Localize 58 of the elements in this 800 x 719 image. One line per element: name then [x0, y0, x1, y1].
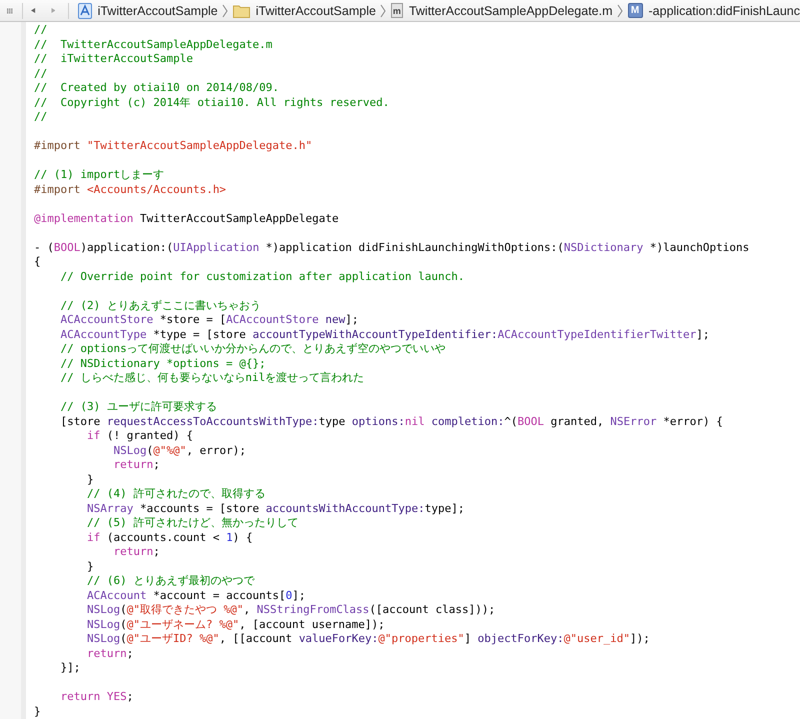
file-icon: m: [390, 3, 403, 18]
code-line: //: [34, 23, 48, 38]
code-line: // NSDictionary *options = @{};: [59, 356, 267, 371]
code-line: ACAccount *account = accounts[0];: [86, 588, 307, 603]
code-line: ACAccountStore *store = [ACAccountStore new];: [59, 313, 360, 328]
code-line: return YES;: [59, 690, 134, 704]
breadcrumb-label: iTwitterAccoutSample: [98, 4, 218, 18]
code-line: // (2) とりあえずここに書いちゃおう: [59, 298, 262, 313]
code-line: // しらべた感じ、何も要らないならnilを渡せって言われた: [59, 371, 366, 386]
code-line: //: [34, 66, 48, 81]
code-line: // Copyright (c) 2014年 otiai10. All rights reserved.: [34, 96, 390, 110]
chevron-icon: [222, 4, 228, 18]
code-line: }: [86, 472, 95, 487]
breadcrumb-item[interactable]: m TwitterAccoutSampleAppDelegate.m: [390, 3, 613, 18]
code-line: // Override point for customization after application launch.: [59, 270, 466, 284]
code-line: }: [86, 560, 95, 574]
code-line: }];: [59, 661, 82, 676]
code-line: NSLog(@"ユーザID? %@", [[account valueForKey:@"properties"] objectForKey:@"user_id"]);: [86, 632, 651, 646]
breadcrumb-item[interactable]: M -application:didFinishLaunc: [628, 3, 800, 18]
code-line: @implementation TwitterAccoutSampleAppDelegate: [34, 212, 340, 226]
back-icon[interactable]: [30, 5, 36, 16]
code-line: if (! granted) {: [86, 429, 194, 444]
code-line: // Created by otiai10 on 2014/08/09.: [34, 81, 280, 96]
breadcrumb-label: TwitterAccoutSampleAppDelegate.m: [408, 4, 613, 18]
chevron-icon: [380, 4, 386, 18]
grid-icon[interactable]: [7, 6, 12, 16]
code-line: #import "TwitterAccoutSampleAppDelegate.h": [34, 139, 314, 154]
code-line: }: [34, 704, 42, 719]
code-line: {: [34, 255, 42, 270]
code-line: //: [34, 110, 48, 124]
breadcrumb-label: iTwitterAccoutSample: [256, 4, 376, 18]
breadcrumb-item[interactable]: iTwitterAccoutSample: [78, 2, 218, 18]
code-line: - (BOOL)application:(UIApplication *)application didFinishLaunchingWithOptions:(NSDictionary *)launchOptions: [34, 240, 750, 255]
code-line: // (6) とりあえず最初のやつで: [86, 574, 256, 588]
code-line: if (accounts.count < 1) {: [86, 530, 254, 545]
code-line: #import <Accounts/Accounts.h>: [34, 182, 228, 197]
code-line: // iTwitterAccoutSample: [34, 52, 194, 66]
code-line: // optionsって何渡せばいいか分からんので、とりあえず空のやつでいいや: [59, 342, 447, 356]
code-line: ACAccountType *type = [store accountTypeWithAccountTypeIdentifier:ACAccountTypeIdentifierTwitter];: [59, 328, 711, 342]
code-line: // (1) importしまーす: [34, 168, 166, 182]
code-line: // (3) ユーザに許可要求する: [59, 400, 218, 414]
code-line: return;: [112, 545, 161, 560]
code-line: // (4) 許可されたので、取得する: [86, 487, 266, 502]
breadcrumb-label: -application:didFinishLaunc: [648, 4, 800, 18]
breadcrumb-item[interactable]: iTwitterAccoutSample: [232, 4, 376, 18]
code-line: NSLog(@"取得できたやつ %@", NSStringFromClass([account class]));: [86, 603, 496, 618]
chevron-icon: [616, 4, 623, 18]
code-line: NSLog(@"ユーザネーム? %@", [account username]);: [86, 618, 386, 632]
code-line: return;: [86, 646, 134, 661]
code-line: NSArray *accounts = [store accountsWithAccountType:type];: [86, 502, 466, 516]
code-line: [store requestAccessToAccountsWithType:type options:nil completion:^(BOOL granted, NSError *error) {: [59, 414, 724, 429]
method-icon: M: [628, 3, 643, 18]
code-line: NSLog(@"%@", error);: [112, 444, 247, 458]
code-line: // (5) 許可されたけど、無かったりして: [86, 516, 300, 530]
code-line: return;: [112, 458, 161, 472]
folder-icon: [232, 4, 250, 18]
code-line: // TwitterAccoutSampleAppDelegate.m: [34, 38, 274, 52]
app-icon: [78, 2, 92, 18]
